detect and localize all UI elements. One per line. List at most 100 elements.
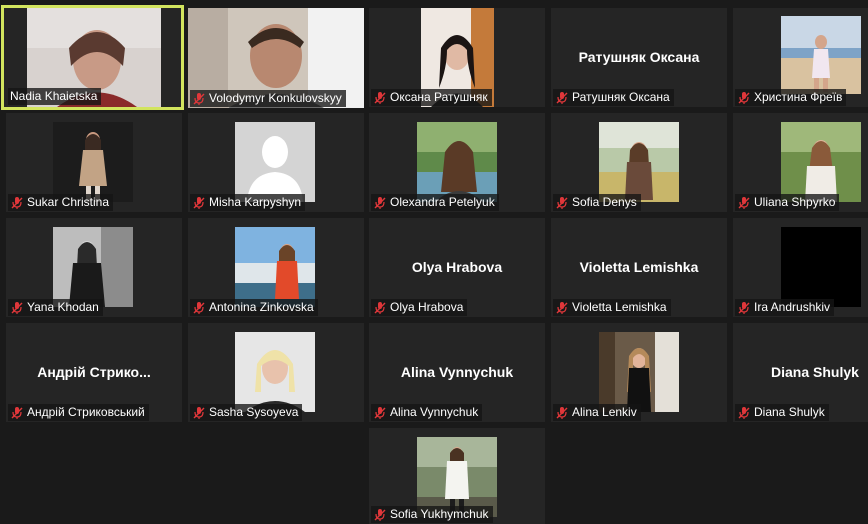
muted-mic-icon [738, 301, 750, 314]
participant-name-tag: Alina Vynnychuk [371, 404, 483, 421]
participant-name-tag: Violetta Lemishka [553, 299, 671, 316]
participant-name: Uliana Shpyrko [754, 195, 836, 209]
participant-name: Olexandra Petelyuk [390, 195, 495, 209]
muted-mic-icon [374, 406, 386, 419]
participant-video [781, 227, 861, 307]
participant-name: Sofia Yukhymchuk [390, 507, 489, 521]
muted-mic-icon [556, 196, 568, 209]
participant-video [599, 332, 679, 412]
participant-name: Alina Lenkiv [572, 405, 637, 419]
muted-mic-icon [193, 196, 205, 209]
muted-mic-icon [556, 91, 568, 104]
participant-name-tag: Antonina Zinkovska [190, 299, 318, 316]
muted-mic-icon [11, 196, 23, 209]
participant-video [417, 437, 497, 517]
participant-name: Antonina Zinkovska [209, 300, 314, 314]
participant-tile[interactable]: Христина Фреїв [733, 8, 868, 107]
participant-name: Violetta Lemishka [572, 300, 667, 314]
participant-display-name: Андрій Стрико... [37, 364, 151, 380]
participant-tile[interactable]: Uliana Shpyrko [733, 113, 868, 212]
participant-name-tag: Yana Khodan [8, 299, 103, 316]
participant-name: Ira Andrushkiv [754, 300, 831, 314]
participant-name-tag: Olexandra Petelyuk [371, 194, 499, 211]
participant-name: Sasha Sysoyeva [209, 405, 299, 419]
participant-name: Volodymyr Konkulovskyy [209, 91, 342, 105]
participant-display-name: Ратушняк Оксана [578, 49, 700, 65]
participant-tile[interactable]: Alina Vynnychuk Alina Vynnychuk [369, 323, 545, 422]
participant-tile[interactable]: Ратушняк Оксана Ратушняк Оксана [551, 8, 727, 107]
default-avatar-icon [235, 122, 315, 202]
participant-name-tag: Nadia Khaietska [8, 88, 102, 105]
participant-tile[interactable]: Nadia Khaietska [1, 5, 184, 110]
muted-mic-icon [738, 91, 750, 104]
participant-display-name: Olya Hrabova [411, 259, 503, 275]
participant-name-tag: Оксана Ратушняк [371, 89, 492, 106]
participant-name: Alina Vynnychuk [390, 405, 479, 419]
participant-tile[interactable]: Violetta Lemishka Violetta Lemishka [551, 218, 727, 317]
participant-name: Yana Khodan [27, 300, 99, 314]
participant-name-tag: Sukar Christina [8, 194, 114, 211]
muted-mic-icon [374, 91, 386, 104]
participant-tile[interactable]: Андрій Стрико... Андрій Стриковський [6, 323, 182, 422]
video-grid: Nadia Khaietska Volodymyr Konkulovskyy О… [0, 0, 868, 524]
participant-video [53, 227, 133, 307]
participant-tile[interactable]: Misha Karpyshyn [188, 113, 364, 212]
participant-display-name: Violetta Lemishka [579, 259, 699, 275]
participant-tile[interactable]: Olya Hrabova Olya Hrabova [369, 218, 545, 317]
muted-mic-icon [374, 508, 386, 521]
participant-tile[interactable]: Sofia Yukhymchuk [369, 428, 545, 524]
participant-tile[interactable]: Оксана Ратушняк [369, 8, 545, 107]
participant-name: Sofia Denys [572, 195, 637, 209]
participant-tile[interactable]: Antonina Zinkovska [188, 218, 364, 317]
participant-name-tag: Андрій Стриковський [8, 404, 149, 421]
participant-name-tag: Христина Фреїв [735, 89, 847, 106]
participant-name-tag: Ратушняк Оксана [553, 89, 674, 106]
participant-name-tag: Ira Andrushkiv [735, 299, 835, 316]
muted-mic-icon [11, 406, 23, 419]
participant-name: Nadia Khaietska [10, 89, 98, 103]
muted-mic-icon [193, 92, 205, 105]
muted-mic-icon [193, 406, 205, 419]
participant-video [53, 122, 133, 202]
muted-mic-icon [738, 196, 750, 209]
participant-video [235, 227, 315, 307]
participant-name-tag: Sasha Sysoyeva [190, 404, 303, 421]
participant-tile[interactable]: Olexandra Petelyuk [369, 113, 545, 212]
muted-mic-icon [374, 301, 386, 314]
participant-name-tag: Olya Hrabova [371, 299, 468, 316]
participant-tile[interactable]: Alina Lenkiv [551, 323, 727, 422]
participant-video [417, 122, 497, 202]
participant-name-tag: Uliana Shpyrko [735, 194, 840, 211]
muted-mic-icon [556, 406, 568, 419]
muted-mic-icon [193, 301, 205, 314]
participant-name-tag: Alina Lenkiv [553, 404, 641, 421]
participant-name-tag: Sofia Yukhymchuk [371, 506, 493, 523]
participant-video [781, 122, 861, 202]
participant-video [235, 332, 315, 412]
participant-tile[interactable]: Volodymyr Konkulovskyy [188, 8, 364, 108]
participant-name: Ратушняк Оксана [572, 90, 670, 104]
participant-tile[interactable]: Diana Shulyk Diana Shulyk [733, 323, 868, 422]
participant-name: Христина Фреїв [754, 90, 843, 104]
participant-name-tag: Sofia Denys [553, 194, 641, 211]
participant-name-tag: Diana Shulyk [735, 404, 829, 421]
participant-name: Diana Shulyk [754, 405, 825, 419]
participant-display-name: Diana Shulyk [771, 364, 859, 380]
participant-name-tag: Misha Karpyshyn [190, 194, 306, 211]
participant-tile[interactable]: Yana Khodan [6, 218, 182, 317]
participant-tile[interactable]: Sukar Christina [6, 113, 182, 212]
muted-mic-icon [556, 301, 568, 314]
participant-name-tag: Volodymyr Konkulovskyy [190, 90, 346, 107]
muted-mic-icon [738, 406, 750, 419]
muted-mic-icon [11, 301, 23, 314]
participant-name: Sukar Christina [27, 195, 110, 209]
participant-tile[interactable]: Sasha Sysoyeva [188, 323, 364, 422]
participant-tile[interactable]: Sofia Denys [551, 113, 727, 212]
participant-video [781, 16, 861, 94]
participant-name: Андрій Стриковський [27, 405, 145, 419]
participant-name: Оксана Ратушняк [390, 90, 488, 104]
participant-video [599, 122, 679, 202]
participant-tile[interactable]: Ira Andrushkiv [733, 218, 868, 317]
participant-display-name: Alina Vynnychuk [400, 364, 514, 380]
muted-mic-icon [374, 196, 386, 209]
